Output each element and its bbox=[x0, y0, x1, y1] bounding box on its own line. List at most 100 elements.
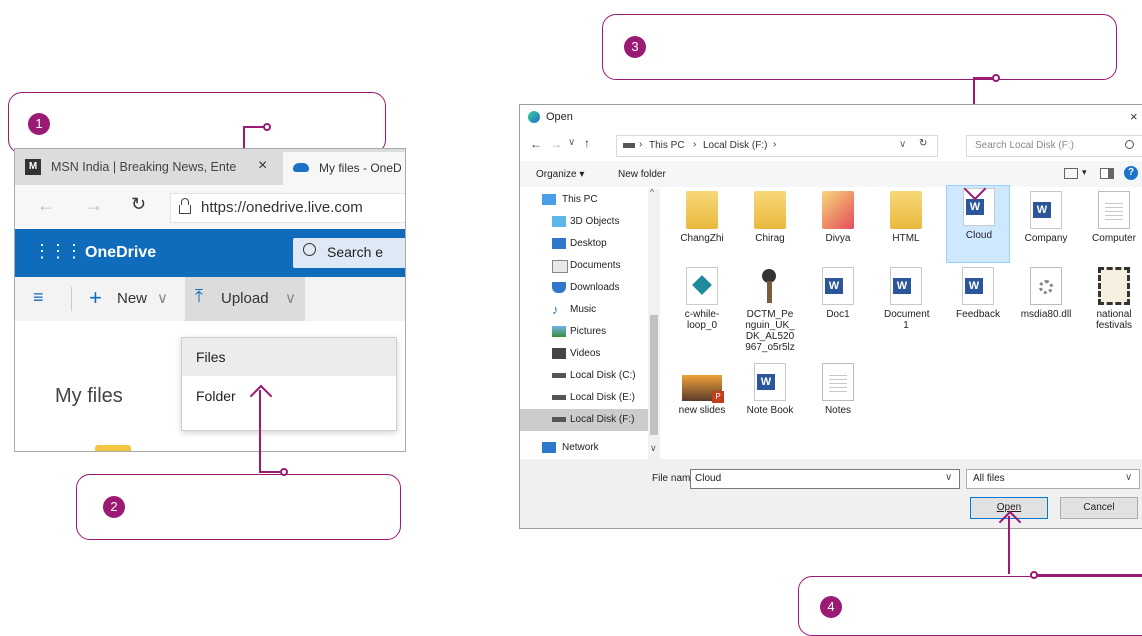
callout-3-number: 3 bbox=[624, 36, 646, 58]
file-item[interactable]: msdia80.dll bbox=[1014, 265, 1078, 343]
upload-button[interactable]: ⤒ Upload ∨ bbox=[185, 277, 305, 321]
documents-icon bbox=[552, 260, 568, 273]
file-item[interactable]: ChangZhi bbox=[670, 189, 734, 267]
breadcrumb-local-disk[interactable]: Local Disk (F:) bbox=[703, 140, 767, 151]
breadcrumb-this-pc[interactable]: This PC bbox=[649, 140, 685, 151]
file-item[interactable]: W Note Book bbox=[738, 361, 802, 439]
scroll-thumb[interactable] bbox=[650, 315, 658, 435]
file-name: Computer bbox=[1092, 233, 1136, 244]
url-field[interactable]: https://onedrive.live.com bbox=[170, 193, 405, 223]
tab-onedrive[interactable]: My files - OneD bbox=[283, 152, 405, 185]
upload-menu: Files Folder bbox=[181, 337, 397, 431]
file-item[interactable]: W Company bbox=[1014, 189, 1078, 267]
nav-local-disk-f[interactable]: Local Disk (F:) bbox=[520, 409, 648, 431]
chevron-down-icon[interactable]: ▾ bbox=[1082, 167, 1087, 178]
folder-icon bbox=[686, 191, 718, 229]
url-text: https://onedrive.live.com bbox=[201, 199, 363, 216]
nav-videos[interactable]: Videos bbox=[520, 343, 648, 365]
nav-network[interactable]: Network bbox=[520, 437, 648, 459]
nav-documents[interactable]: Documents bbox=[520, 255, 648, 277]
organize-button[interactable]: Organize ▾ bbox=[536, 169, 584, 180]
app-name[interactable]: OneDrive bbox=[85, 244, 156, 262]
file-item[interactable]: Computer bbox=[1082, 189, 1142, 267]
file-item[interactable]: W Document 1 bbox=[874, 265, 938, 343]
app-launcher-icon[interactable]: ⋮⋮⋮ bbox=[33, 241, 83, 262]
help-icon[interactable]: ? bbox=[1124, 166, 1138, 180]
word-badge: W bbox=[966, 199, 984, 215]
nav-label: 3D Objects bbox=[570, 216, 620, 227]
nav-label: Pictures bbox=[570, 326, 607, 337]
chevron-down-icon[interactable]: ∨ bbox=[568, 137, 575, 148]
forward-arrow-icon[interactable]: → bbox=[550, 137, 562, 151]
nav-music[interactable]: ♪ Music bbox=[520, 299, 648, 321]
file-item[interactable]: Chirag bbox=[738, 189, 802, 267]
tab-close-icon[interactable]: × bbox=[258, 157, 267, 175]
breadcrumb[interactable]: › This PC › Local Disk (F:) › ∨ ↻ bbox=[616, 135, 938, 157]
file-item[interactable]: W Doc1 bbox=[806, 265, 870, 343]
dialog-titlebar: Open × bbox=[520, 105, 1142, 131]
nav-this-pc[interactable]: This PC bbox=[520, 189, 648, 211]
file-item[interactable]: Pnew slides bbox=[670, 361, 734, 439]
menu-item-folder-label: Folder bbox=[196, 388, 236, 404]
word-badge: W bbox=[1033, 202, 1051, 218]
file-item[interactable]: HTML bbox=[874, 189, 938, 267]
file-name: c-while-loop_0 bbox=[684, 309, 720, 331]
word-doc-icon: W bbox=[890, 267, 922, 305]
callout-1-box bbox=[8, 92, 386, 154]
view-icon[interactable] bbox=[1064, 168, 1078, 179]
drive-icon bbox=[552, 417, 566, 422]
nav-local-disk-e[interactable]: Local Disk (E:) bbox=[520, 387, 648, 409]
nav-downloads[interactable]: Downloads bbox=[520, 277, 648, 299]
close-icon[interactable]: × bbox=[1130, 109, 1138, 124]
chevron-down-icon: ∨ bbox=[285, 290, 296, 307]
file-item[interactable]: Divya bbox=[806, 189, 870, 267]
file-name: msdia80.dll bbox=[1020, 309, 1072, 320]
file-item[interactable]: national festivals bbox=[1082, 265, 1142, 343]
back-arrow-icon[interactable]: ← bbox=[530, 137, 542, 151]
file-item[interactable]: W Feedback bbox=[946, 265, 1010, 343]
preview-pane-icon[interactable] bbox=[1100, 168, 1114, 179]
refresh-icon[interactable]: ↻ bbox=[919, 138, 927, 149]
nav-pictures[interactable]: Pictures bbox=[520, 321, 648, 343]
dialog-navbar: ← → ∨ ↑ › This PC › Local Disk (F:) › ∨ … bbox=[520, 131, 1142, 159]
new-folder-button[interactable]: New folder bbox=[618, 169, 666, 180]
dialog-footer: File name: Cloud ∨ All files ∨ Open Canc… bbox=[520, 459, 1142, 528]
drive-icon bbox=[623, 143, 635, 148]
nav-desktop[interactable]: Desktop bbox=[520, 233, 648, 255]
hamburger-icon[interactable]: ≡ bbox=[33, 287, 44, 308]
open-dialog: Open × ← → ∨ ↑ › This PC › Local Disk (F… bbox=[519, 104, 1142, 529]
nav-scrollbar[interactable]: ^ ∨ bbox=[648, 187, 660, 459]
folder-icon bbox=[822, 191, 854, 229]
desktop-icon bbox=[552, 238, 566, 249]
dialog-title: Open bbox=[546, 111, 573, 123]
search-input[interactable]: Search e bbox=[293, 238, 405, 268]
nav-label: Documents bbox=[570, 260, 621, 271]
chevron-down-icon[interactable]: ∨ bbox=[899, 139, 906, 150]
new-button[interactable]: + New ∨ bbox=[85, 277, 179, 321]
callout-1-number: 1 bbox=[28, 113, 50, 135]
word-doc-icon: W bbox=[1030, 191, 1062, 229]
video-icon bbox=[1098, 267, 1130, 305]
file-item[interactable]: DCTM_Penguin_UK_DK_AL520967_o5r5lz bbox=[738, 265, 802, 361]
file-item[interactable]: Notes bbox=[806, 361, 870, 439]
forward-arrow-icon[interactable]: → bbox=[85, 195, 103, 216]
cancel-button-label: Cancel bbox=[1083, 502, 1115, 513]
plus-icon: + bbox=[89, 285, 102, 310]
back-arrow-icon[interactable]: ← bbox=[37, 195, 55, 216]
search-icon bbox=[303, 243, 316, 256]
word-doc-icon: W bbox=[822, 267, 854, 305]
refresh-icon[interactable]: ↻ bbox=[131, 194, 146, 215]
file-type-select[interactable]: All files ∨ bbox=[966, 469, 1140, 489]
up-arrow-icon[interactable]: ↑ bbox=[584, 136, 590, 150]
file-name-input[interactable]: Cloud ∨ bbox=[690, 469, 960, 489]
tab-msn[interactable]: M MSN India | Breaking News, Ente × bbox=[15, 149, 281, 185]
nav-label: Local Disk (C:) bbox=[570, 370, 636, 381]
nav-local-disk-c[interactable]: Local Disk (C:) bbox=[520, 365, 648, 387]
callout-2-number: 2 bbox=[103, 496, 125, 518]
cancel-button[interactable]: Cancel bbox=[1060, 497, 1138, 519]
menu-item-folder[interactable]: Folder bbox=[182, 376, 396, 416]
file-item[interactable]: c-while-loop_0 bbox=[670, 265, 734, 343]
search-input[interactable]: Search Local Disk (F:) bbox=[966, 135, 1142, 157]
menu-item-files[interactable]: Files bbox=[182, 338, 396, 376]
nav-3d-objects[interactable]: 3D Objects bbox=[520, 211, 648, 233]
